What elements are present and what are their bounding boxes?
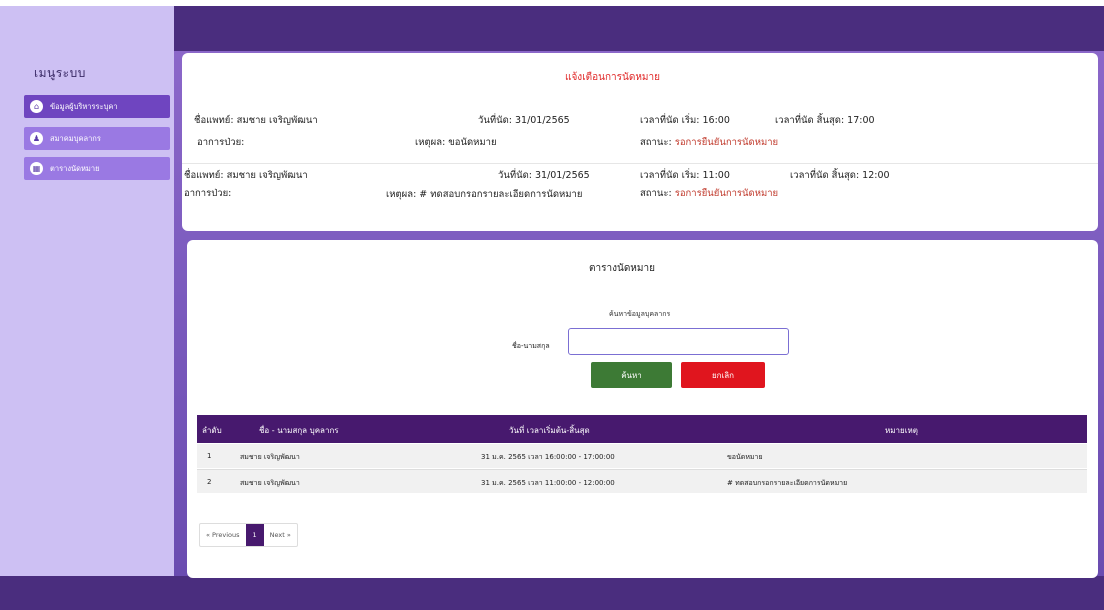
search-input[interactable]: [568, 328, 789, 355]
notice-start: เวลาที่นัด เริ่ม: 11:00: [640, 170, 730, 181]
cell-name: สมชาย เจริญพัฒนา: [240, 453, 300, 461]
sidebar-item-label: ตารางนัดหมาย: [50, 163, 100, 173]
notice-status-value: รอการยืนยันการนัดหมาย: [674, 137, 779, 148]
column-header-name[interactable]: ชื่อ - นามสกุล บุคลากร: [259, 424, 339, 437]
notice-status-label: สถานะ:: [640, 188, 672, 199]
notice-reason: เหตุผล: # ทดสอบกรอกรายละเอียดการนัดหมาย: [386, 189, 583, 200]
notice-title: แจ้งเตือนการนัดหมาย: [565, 72, 660, 83]
column-header-datetime[interactable]: วันที่ เวลาเริ่มต้น-สิ้นสุด: [509, 424, 590, 437]
pager-next[interactable]: Next »: [264, 524, 297, 546]
sidebar-item-label: ข้อมูลผู้บริหารระบุคา: [50, 101, 118, 111]
sidebar-item-schedule[interactable]: ▦ ตารางนัดหมาย: [24, 157, 170, 180]
table-row: 2 สมชาย เจริญพัฒนา 31 ม.ค. 2565 เวลา 11:…: [197, 469, 1087, 493]
cell-datetime: 31 ม.ค. 2565 เวลา 11:00:00 - 12:00:00: [481, 479, 615, 487]
search-label: ชื่อ-นามสกุล: [512, 342, 550, 350]
notice-doctor: ชื่อแพทย์: สมชาย เจริญพัฒนา: [194, 115, 318, 126]
column-header-note[interactable]: หมายเหตุ: [885, 424, 918, 437]
cell-note: # ทดสอบกรอกรายละเอียดการนัดหมาย: [727, 479, 848, 487]
cell-note: ขอนัดหมาย: [727, 453, 763, 461]
notice-start: เวลาที่นัด เริ่ม: 16:00: [640, 115, 730, 126]
cell-no: 2: [207, 478, 212, 486]
pager-page-1[interactable]: 1: [245, 524, 264, 546]
top-navbar: [174, 6, 1104, 51]
notice-status: สถานะ: รอการยืนยันการนัดหมาย: [640, 186, 778, 201]
notice-reason: เหตุผล: ขอนัดหมาย: [415, 137, 497, 148]
search-title: ค้นหาข้อมูลบุคลากร: [609, 310, 671, 318]
notice-status-value: รอการยืนยันการนัดหมาย: [674, 188, 779, 199]
sidebar-item-staff[interactable]: ♟ สมาคมบุคลากร: [24, 127, 170, 150]
sidebar: [0, 6, 174, 576]
notice-divider: [182, 163, 1098, 164]
notice-symptom: อาการป่วย:: [197, 137, 245, 148]
notice-status-label: สถานะ:: [640, 137, 672, 148]
notice-date: วันที่นัด: 31/01/2565: [498, 170, 590, 181]
notice-status: สถานะ: รอการยืนยันการนัดหมาย: [640, 135, 778, 150]
cell-datetime: 31 ม.ค. 2565 เวลา 16:00:00 - 17:00:00: [481, 453, 615, 461]
sidebar-title: เมนูระบบ: [34, 66, 86, 80]
notice-symptom: อาการป่วย:: [184, 188, 232, 199]
sidebar-item-admin-info[interactable]: ⌂ ข้อมูลผู้บริหารระบุคา: [24, 95, 170, 118]
user-icon: ♟: [30, 132, 43, 145]
sidebar-item-label: สมาคมบุคลากร: [50, 133, 101, 143]
table-header: ลำดับ ชื่อ - นามสกุล บุคลากร วันที่ เวลา…: [197, 415, 1087, 443]
search-button[interactable]: ค้นหา: [591, 362, 672, 388]
notice-date: วันที่นัด: 31/01/2565: [478, 115, 570, 126]
schedule-title: ตารางนัดหมาย: [589, 263, 655, 274]
notice-doctor: ชื่อแพทย์: สมชาย เจริญพัฒนา: [184, 170, 308, 181]
cell-no: 1: [207, 452, 212, 460]
calendar-icon: ▦: [30, 162, 43, 175]
column-header-no[interactable]: ลำดับ: [202, 424, 222, 437]
cancel-button[interactable]: ยกเลิก: [681, 362, 765, 388]
schedule-card: [187, 240, 1098, 578]
notice-end: เวลาที่นัด สิ้นสุด: 12:00: [790, 170, 890, 181]
footer: [0, 576, 1104, 610]
pager-previous[interactable]: « Previous: [200, 524, 246, 546]
notice-end: เวลาที่นัด สิ้นสุด: 17:00: [775, 115, 875, 126]
home-icon: ⌂: [30, 100, 43, 113]
pagination: « Previous 1 Next »: [199, 523, 298, 547]
cell-name: สมชาย เจริญพัฒนา: [240, 479, 300, 487]
table-row: 1 สมชาย เจริญพัฒนา 31 ม.ค. 2565 เวลา 16:…: [197, 444, 1087, 468]
